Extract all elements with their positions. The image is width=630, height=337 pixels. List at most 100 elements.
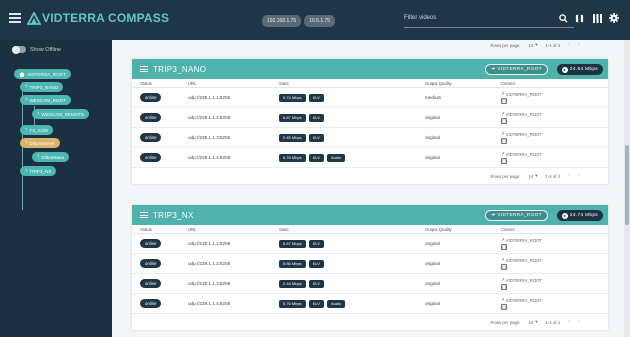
control-cell: ➚ VIDTERRA_ROOT [501, 277, 608, 290]
route-link[interactable]: ➚ VIDTERRA_ROOT [501, 111, 608, 117]
tree-node-diltonserver[interactable]: 🡑 DiltonServer [20, 138, 60, 148]
map-icon[interactable] [573, 12, 585, 24]
show-offline-toggle[interactable]: Show Offline [12, 45, 61, 54]
status-badge: online [140, 133, 162, 142]
output-quality[interactable]: original [425, 155, 501, 160]
filter-videos-input[interactable]: Filter videos [404, 12, 574, 28]
route-link[interactable]: ➚ VIDTERRA_ROOT [501, 131, 608, 137]
search-icon[interactable] [557, 12, 569, 24]
tree-node-wescam-remote[interactable]: 🡑 WESCAM_REMOTE [32, 109, 90, 119]
tree-node-tx-kxm[interactable]: 🡑 TX_KXM [20, 125, 53, 135]
table-header: Status URL Stats Output Quality Control [132, 225, 608, 234]
table-row: online udp://239.1.1.2:8208 6.87 Mbps KL… [132, 108, 608, 128]
card-pagination: Rows per page: 10 ▾ 1-4 of 4 ‹ › [490, 319, 580, 325]
output-quality[interactable]: original [425, 261, 501, 266]
ip-address-group: 192.168.1.75 10.5.1.75 [262, 15, 336, 27]
stats-cell: 6.87 Mbps KLV [279, 113, 425, 122]
output-quality[interactable]: original [425, 241, 501, 246]
codec-chip: KLV [308, 279, 324, 288]
menu-icon[interactable] [140, 66, 148, 72]
codec-chip: KLV [308, 299, 324, 308]
delete-icon[interactable] [501, 284, 507, 290]
grid-view-icon[interactable] [591, 12, 603, 24]
delete-icon[interactable] [501, 98, 507, 104]
route-button[interactable]: ➔ VIDTERRA_ROOT [484, 210, 548, 221]
app-logo[interactable]: VIDTERRA COMPASS [27, 11, 169, 25]
delete-icon[interactable] [501, 138, 507, 144]
route-link[interactable]: ➚ VIDTERRA_ROOT [501, 91, 608, 97]
stats-cell: 2.45 Mbps KLV [279, 133, 425, 142]
arrow-right-icon: ➚ [501, 111, 505, 116]
table-body: online udp://239.1.1.1:8208 5.67 Mbps KL… [132, 234, 608, 314]
bandwidth-badge[interactable]: ▸ 24.84 Mbps [556, 64, 603, 75]
device-card: TRIP3_NANO ➔ VIDTERRA_ROOT ▸ 24.84 Mbps … [132, 59, 608, 184]
next-page-icon[interactable]: › [578, 173, 580, 179]
stats-cell: 5.86 Mbps KLV [279, 259, 425, 268]
ip-chip[interactable]: 192.168.1.75 [262, 15, 302, 27]
stream-url: udp://239.1.1.1:8208 [188, 95, 231, 100]
table-row: online udp://239.1.1.2:8208 5.86 Mbps KL… [132, 254, 608, 274]
arrow-right-icon: ➚ [501, 91, 505, 96]
delete-icon[interactable] [501, 244, 507, 250]
delete-icon[interactable] [501, 118, 507, 124]
stream-url: udp://239.1.1.3:8208 [188, 135, 231, 140]
delete-icon[interactable] [501, 304, 507, 310]
arrow-up-icon: 🡑 [25, 97, 28, 102]
route-link[interactable]: ➚ VIDTERRA_ROOT [501, 257, 608, 263]
route-link[interactable]: ➚ VIDTERRA_ROOT [501, 151, 608, 157]
bitrate-chip: 2.44 Mbps [279, 279, 306, 288]
delete-icon[interactable] [501, 264, 507, 270]
tree-node-vidterra-root[interactable]: VIDTERRA_ROOT [14, 69, 72, 79]
scrollbar-thumb[interactable] [625, 145, 629, 225]
menu-icon[interactable] [9, 13, 21, 23]
route-link[interactable]: ➚ VIDTERRA_ROOT [501, 297, 608, 303]
output-quality[interactable]: original [425, 281, 501, 286]
prev-page-icon[interactable]: ‹ [568, 319, 570, 325]
gear-icon[interactable] [608, 12, 620, 24]
chevron-down-icon: ▾ [535, 42, 538, 47]
table-row: online udp://239.1.1.1:8208 5.74 Mbps KL… [132, 88, 608, 108]
output-quality[interactable]: original [425, 301, 501, 306]
tree-node-diltonnano[interactable]: 🡑 DiltonNano [32, 152, 70, 162]
delete-icon[interactable] [501, 158, 507, 164]
bandwidth-badge[interactable]: ▸ 24.74 Mbps [556, 210, 603, 221]
tree-node-trip3-nano[interactable]: 🡑 TRIP3_NANO [20, 82, 64, 92]
control-cell: ➚ VIDTERRA_ROOT [501, 237, 608, 250]
bitrate-chip: 6.87 Mbps [279, 113, 306, 122]
status-badge: online [140, 279, 162, 288]
table-row: online udp://239.1.1.3:8208 2.44 Mbps KL… [132, 274, 608, 294]
route-link[interactable]: ➚ VIDTERRA_ROOT [501, 237, 608, 243]
stream-url: udp://239.1.1.4:8208 [188, 155, 231, 160]
stream-url: udp://239.1.1.2:8208 [188, 261, 231, 266]
output-quality[interactable]: original [425, 135, 501, 140]
codec-chip: KLV [308, 133, 324, 142]
top-pagination: Rows per page: 10 ▾ 1-4 of 4 ‹ › [490, 42, 580, 48]
arrow-right-icon: ➚ [501, 237, 505, 242]
route-button[interactable]: ➔ VIDTERRA_ROOT [484, 64, 548, 75]
prev-page-icon[interactable]: ‹ [568, 42, 570, 48]
rows-per-page-select[interactable]: 10 ▾ [528, 319, 537, 325]
prev-page-icon[interactable]: ‹ [568, 173, 570, 179]
scrollbar[interactable] [624, 40, 630, 337]
rows-per-page-select[interactable]: 10 ▾ [528, 173, 537, 179]
toggle-switch[interactable] [12, 45, 26, 54]
table-row: online udp://239.1.1.1:8208 5.67 Mbps KL… [132, 234, 608, 254]
tree-node-wescam-root[interactable]: 🡑 WESCAM_ROOT [20, 95, 71, 105]
bitrate-chip: 5.76 Mbps [279, 299, 306, 308]
status-badge: online [140, 113, 162, 122]
output-quality[interactable]: medium [425, 95, 501, 100]
arrow-right-icon: ➚ [501, 277, 505, 282]
stats-cell: 5.78 Mbps KLV Audio [279, 153, 425, 162]
tree-node-trip3-nx[interactable]: 🡑 TRIP3_NX [20, 166, 57, 176]
vidterra-logo-icon [27, 11, 41, 25]
arrow-right-icon: ➚ [501, 151, 505, 156]
route-link[interactable]: ➚ VIDTERRA_ROOT [501, 277, 608, 283]
next-page-icon[interactable]: › [578, 319, 580, 325]
ip-chip[interactable]: 10.5.1.75 [304, 15, 336, 27]
next-page-icon[interactable]: › [578, 42, 580, 48]
rows-per-page-select[interactable]: 10 ▾ [528, 42, 537, 48]
menu-icon[interactable] [140, 212, 148, 218]
output-quality[interactable]: original [425, 115, 501, 120]
codec-chip: KLV [308, 259, 324, 268]
play-icon: ▸ [561, 66, 568, 73]
